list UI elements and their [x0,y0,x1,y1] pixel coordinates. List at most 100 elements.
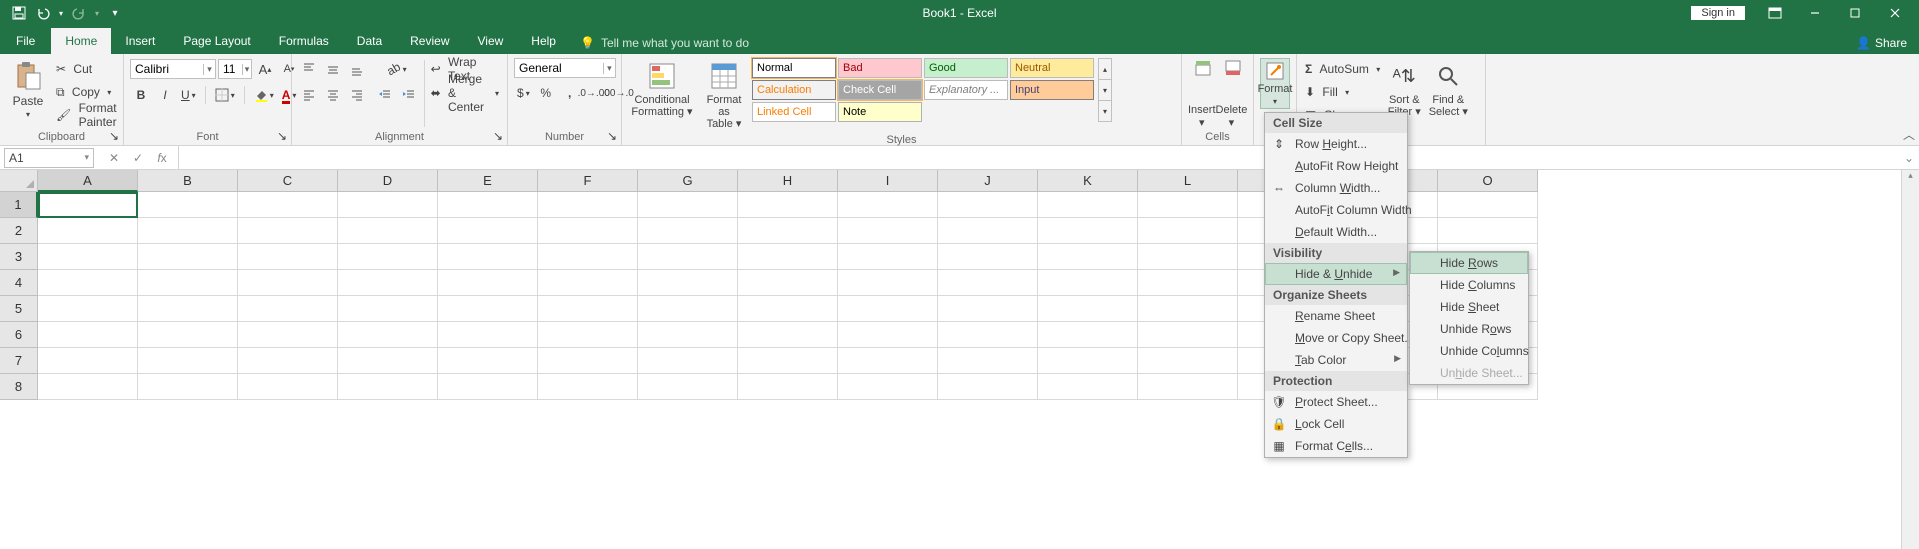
tab-home[interactable]: Home [51,28,111,54]
cell-C7[interactable] [238,348,338,374]
cell-B2[interactable] [138,218,238,244]
increase-indent-button[interactable] [398,84,420,106]
cell-J5[interactable] [938,296,1038,322]
cell-G6[interactable] [638,322,738,348]
qat-customize[interactable]: ▾ [104,2,126,24]
cell-F5[interactable] [538,296,638,322]
signin-button[interactable]: Sign in [1691,6,1745,20]
align-middle-button[interactable] [322,58,344,80]
cell-I1[interactable] [838,192,938,218]
tab-file[interactable]: File [0,28,51,54]
format-painter-button[interactable]: 🖌 Format Painter [54,104,119,126]
cell-H6[interactable] [738,322,838,348]
cell-C6[interactable] [238,322,338,348]
insert-label[interactable]: Insert▾ [1188,104,1216,129]
style-bad[interactable]: Bad [838,58,922,78]
ribbon-display-options[interactable] [1755,0,1795,26]
tab-review[interactable]: Review [396,28,463,54]
orientation-button[interactable]: ab▾ [374,58,420,80]
tab-formulas[interactable]: Formulas [265,28,343,54]
cell-H4[interactable] [738,270,838,296]
chevron-down-icon[interactable]: ▾ [203,64,215,75]
cell-D2[interactable] [338,218,438,244]
cell-A3[interactable] [38,244,138,270]
delete-label[interactable]: Delete▾ [1216,104,1248,129]
sort-filter-button[interactable]: ᴬ⇅ Sort & Filter ▾ [1382,58,1426,120]
cell-H8[interactable] [738,374,838,400]
number-launcher[interactable]: ↘ [605,129,619,143]
cell-A2[interactable] [38,218,138,244]
find-select-button[interactable]: Find & Select ▾ [1426,58,1470,120]
cell-G3[interactable] [638,244,738,270]
cell-B8[interactable] [138,374,238,400]
row-header-3[interactable]: 3 [0,244,38,270]
col-header-C[interactable]: C [238,170,338,192]
cell-K1[interactable] [1038,192,1138,218]
cell-G1[interactable] [638,192,738,218]
row-header-7[interactable]: 7 [0,348,38,374]
row-header-4[interactable]: 4 [0,270,38,296]
align-left-button[interactable] [298,84,320,106]
row-header-2[interactable]: 2 [0,218,38,244]
cell-A8[interactable] [38,374,138,400]
cell-B6[interactable] [138,322,238,348]
underline-button[interactable]: U▾ [178,84,199,106]
cell-D5[interactable] [338,296,438,322]
scroll-up-icon[interactable]: ▴ [1902,170,1919,181]
menu-autofit-col[interactable]: AutoFit Column Width [1265,199,1407,221]
cell-E8[interactable] [438,374,538,400]
cell-H5[interactable] [738,296,838,322]
cell-A5[interactable] [38,296,138,322]
cancel-formula-button[interactable]: ✕ [102,151,126,165]
insert-function-button[interactable]: fx [150,151,174,165]
cell-I3[interactable] [838,244,938,270]
cell-E5[interactable] [438,296,538,322]
cell-B4[interactable] [138,270,238,296]
menu-hide-sheet[interactable]: Hide Sheet [1410,296,1528,318]
cell-C5[interactable] [238,296,338,322]
cell-K7[interactable] [1038,348,1138,374]
merge-center-button[interactable]: ⬌ Merge & Center ▾ [429,82,501,104]
cell-G4[interactable] [638,270,738,296]
tab-help[interactable]: Help [517,28,570,54]
delete-cells-button[interactable] [1218,58,1248,78]
menu-row-height[interactable]: ⇕Row Height... [1265,133,1407,155]
cell-J7[interactable] [938,348,1038,374]
menu-hide-unhide[interactable]: Hide & Unhide▶ [1265,263,1407,285]
row-header-6[interactable]: 6 [0,322,38,348]
cell-D7[interactable] [338,348,438,374]
menu-rename-sheet[interactable]: Rename Sheet [1265,305,1407,327]
col-header-J[interactable]: J [938,170,1038,192]
cell-K6[interactable] [1038,322,1138,348]
tab-insert[interactable]: Insert [111,28,169,54]
cell-C4[interactable] [238,270,338,296]
cell-D1[interactable] [338,192,438,218]
number-format-combo[interactable]: ▾ [514,58,616,78]
align-top-button[interactable] [298,58,320,80]
menu-move-copy-sheet[interactable]: Move or Copy Sheet... [1265,327,1407,349]
font-size-input[interactable] [219,62,242,76]
cell-J3[interactable] [938,244,1038,270]
row-header-5[interactable]: 5 [0,296,38,322]
cell-I5[interactable] [838,296,938,322]
cell-E7[interactable] [438,348,538,374]
italic-button[interactable]: I [154,84,176,106]
name-box[interactable]: A1▾ [4,148,94,168]
conditional-formatting-button[interactable]: Conditional Formatting ▾ [628,58,696,120]
cell-K3[interactable] [1038,244,1138,270]
cell-H1[interactable] [738,192,838,218]
copy-button[interactable]: ⧉ Copy ▾ [54,81,119,103]
select-all-corner[interactable] [0,170,38,192]
cell-H7[interactable] [738,348,838,374]
fill-color-button[interactable]: ▾ [251,84,277,106]
cell-G8[interactable] [638,374,738,400]
col-header-F[interactable]: F [538,170,638,192]
cell-D4[interactable] [338,270,438,296]
cell-styles-gallery[interactable]: NormalBadGoodNeutralCalculationCheck Cel… [752,58,1094,122]
enter-formula-button[interactable]: ✓ [126,151,150,165]
cell-J2[interactable] [938,218,1038,244]
menu-default-width[interactable]: Default Width... [1265,221,1407,243]
cell-F7[interactable] [538,348,638,374]
font-name-input[interactable] [131,62,203,76]
tab-page-layout[interactable]: Page Layout [169,28,264,54]
